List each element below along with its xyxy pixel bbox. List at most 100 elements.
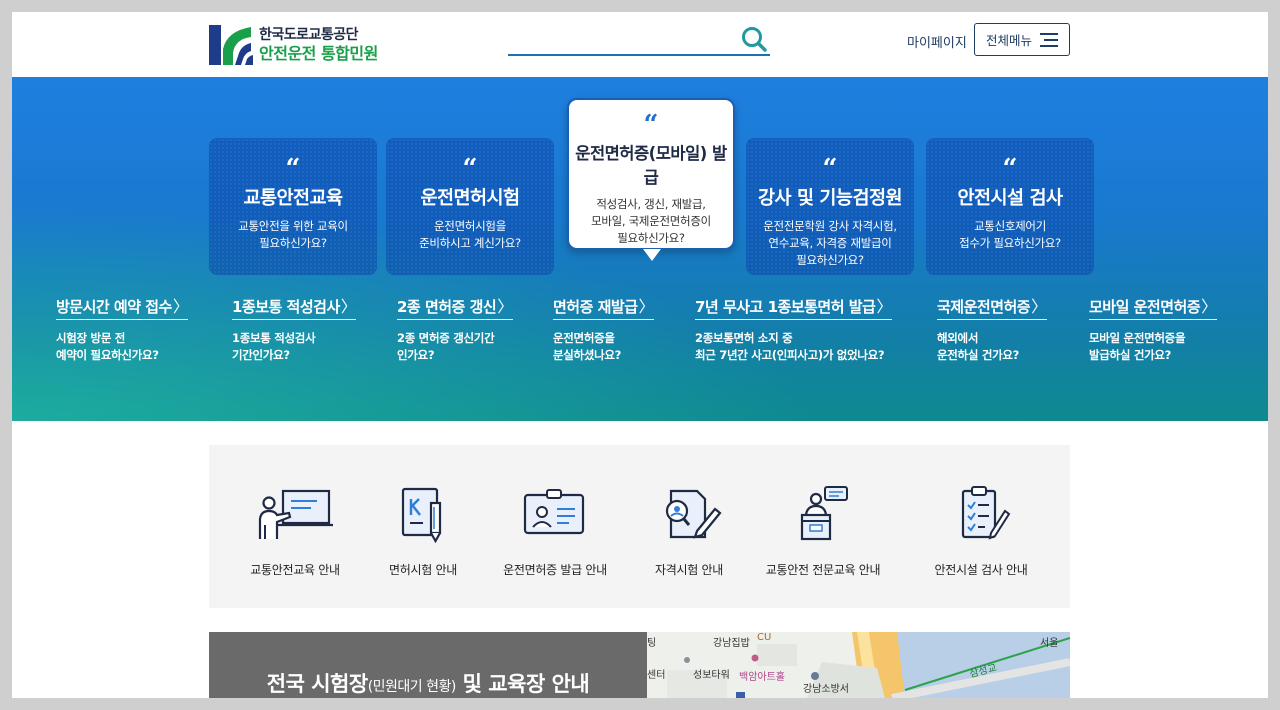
quote-icon: “ (462, 154, 478, 184)
link-desc-line: 운전하실 건가요? (937, 348, 1020, 362)
guide-item-label: 자격시험 안내 (655, 563, 723, 577)
search-input[interactable] (508, 22, 736, 54)
map-label: 팅 (647, 638, 657, 649)
card-desc-line: 필요하신가요? (259, 236, 327, 250)
card-title: 운전면허증(모바일) 발급 (575, 144, 727, 187)
org-name: 한국도로교통공단 (259, 26, 359, 43)
link-international-license[interactable]: 국제운전면허증〉 해외에서 운전하실 건가요? (937, 293, 1047, 364)
qualification-search-icon (665, 489, 722, 539)
chevron-right-icon: 〉 (172, 297, 189, 316)
card-license-issuance[interactable]: “ 운전면허증(모바일) 발급 적성검사, 갱신, 재발급, 모바일, 국제운전… (567, 98, 735, 261)
card-desc-line: 모바일, 국제운전면허증이 (591, 214, 711, 228)
card-traffic-safety-education[interactable]: “ 교통안전교육 교통안전을 위한 교육이 필요하신가요? (209, 138, 377, 275)
hamburger-icon (1040, 32, 1058, 47)
link-desc: 해외에서 운전하실 건가요? (937, 330, 1047, 364)
link-title: 모바일 운전면허증〉 (1089, 293, 1217, 320)
card-desc: 적성검사, 갱신, 재발급, 모바일, 국제운전면허증이 필요하신가요? (569, 196, 733, 247)
guide-item-license-issuance[interactable]: 운전면허증 발급 안내 (492, 485, 618, 578)
test-centers-banner[interactable]: 전국 시험장(민원대기 현황) 및 교육장 안내 (209, 632, 647, 698)
map-label: 강남소방서 (803, 684, 849, 695)
card-desc-line: 운전전문학원 강사 자격시험, (763, 219, 897, 233)
centers-title-end: 및 교육장 안내 (462, 672, 590, 696)
centers-title-sub: (민원대기 현황) (367, 679, 457, 695)
link-title: 방문시간 예약 접수〉 (56, 293, 189, 320)
site-header: 한국도로교통공단 안전운전 통합민원 마이페이지 전체메뉴 (12, 12, 1268, 77)
card-desc-line: 운전면허시험을 (434, 219, 506, 233)
map-label: 센터 (647, 670, 666, 681)
card-desc: 운전전문학원 강사 자격시험, 연수교육, 자격증 재발급이 필요하신가요? (746, 218, 914, 269)
chevron-right-icon: 〉 (497, 297, 513, 316)
lecturer-podium-icon (800, 486, 848, 541)
chevron-right-icon: 〉 (1201, 297, 1217, 316)
card-desc: 교통안전을 위한 교육이 필요하신가요? (209, 218, 377, 252)
card-title: 운전면허시험 (420, 188, 520, 209)
search-icon[interactable] (740, 25, 768, 53)
card-desc: 운전면허시험을 준비하시고 계신가요? (386, 218, 554, 252)
guide-item-license-exam[interactable]: 면허시험 안내 (360, 485, 486, 578)
card-license-exam[interactable]: “ 운전면허시험 운전면허시험을 준비하시고 계신가요? (386, 138, 554, 275)
chevron-right-icon: 〉 (1031, 297, 1047, 316)
teacher-board-icon (258, 489, 333, 539)
page-frame: 한국도로교통공단 안전운전 통합민원 마이페이지 전체메뉴 “ 교통안전교육 교… (12, 12, 1268, 698)
card-desc: 교통신호제어기 접수가 필요하신가요? (926, 218, 1094, 252)
card-desc-line: 적성검사, 갱신, 재발급, (596, 197, 706, 211)
chevron-right-icon: 〉 (876, 297, 892, 316)
guide-item-professional-education[interactable]: 교통안전 전문교육 안내 (760, 485, 886, 578)
link-desc: 운전면허증을 분실하셨나요? (553, 330, 654, 364)
link-desc: 시험장 방문 전 예약이 필요하신가요? (56, 330, 188, 364)
link-desc: 2종 면허증 갱신기간 인가요? (397, 330, 513, 364)
link-mobile-license[interactable]: 모바일 운전면허증〉 모바일 운전면허증을발급하실 건가요? (1089, 293, 1217, 364)
test-centers-title: 전국 시험장(민원대기 현황) 및 교육장 안내 (209, 668, 647, 698)
card-safety-facility-inspection[interactable]: “ 안전시설 검사 교통신호제어기 접수가 필요하신가요? (926, 138, 1094, 275)
guide-item-education[interactable]: 교통안전교육 안내 (232, 485, 358, 578)
site-logo[interactable]: 한국도로교통공단 안전운전 통합민원 (209, 22, 378, 68)
link-title-text: 2종 면허증 갱신 (397, 298, 497, 316)
link-title: 면허증 재발급〉 (553, 293, 655, 320)
card-title: 안전시설 검사 (957, 188, 1063, 209)
link-title-text: 7년 무사고 1종보통면허 발급 (695, 298, 876, 316)
card-desc-line: 필요하신가요? (617, 231, 685, 245)
exam-document-pen-icon (401, 487, 442, 544)
link-desc: 1종보통 적성검사 기간인가요? (232, 330, 356, 364)
link-title-text: 모바일 운전면허증 (1089, 298, 1201, 316)
all-menu-button[interactable]: 전체메뉴 (974, 23, 1070, 56)
link-title-text: 국제운전면허증 (937, 298, 1031, 316)
location-map[interactable]: 팅 강남집밥 CU 서울 센터 성보타워 백암아트홀 강남소방서 삼성교 (647, 632, 1070, 698)
link-desc-line: 운전면허증을 (553, 331, 615, 345)
link-license-reissue[interactable]: 면허증 재발급〉 운전면허증을 분실하셨나요? (553, 293, 655, 364)
map-label: 강남집밥 (713, 638, 750, 649)
link-desc-line: 발급하실 건가요? (1089, 348, 1172, 362)
centers-title-main: 전국 시험장 (266, 672, 368, 696)
link-aptitude-test[interactable]: 1종보통 적성검사〉 1종보통 적성검사 기간인가요? (232, 293, 357, 364)
link-title: 7년 무사고 1종보통면허 발급〉 (695, 293, 892, 320)
quote-icon: “ (1002, 154, 1018, 184)
link-title-text: 1종보통 적성검사 (232, 298, 340, 316)
link-title: 1종보통 적성검사〉 (232, 293, 357, 320)
map-label: 서울 (1040, 638, 1059, 649)
guide-item-label: 안전시설 검사 안내 (934, 563, 1028, 577)
map-label: 성보타워 (693, 670, 730, 681)
link-desc-line: 모바일 운전면허증을 (1089, 331, 1186, 345)
quote-icon: “ (822, 154, 838, 184)
card-instructor-examiner[interactable]: “ 강사 및 기능검정원 운전전문학원 강사 자격시험, 연수교육, 자격증 재… (746, 138, 914, 275)
link-visit-reservation[interactable]: 방문시간 예약 접수〉 시험장 방문 전 예약이 필요하신가요? (56, 293, 189, 364)
link-7year-no-accident[interactable]: 7년 무사고 1종보통면허 발급〉 2종보통면허 소지 중 최근 7년간 사고(인… (695, 293, 892, 364)
mypage-link[interactable]: 마이페이지 (907, 32, 967, 51)
link-desc: 모바일 운전면허증을발급하실 건가요? (1089, 330, 1217, 364)
map-label: 백암아트홀 (739, 672, 785, 683)
guide-item-facility-inspection[interactable]: 안전시설 검사 안내 (918, 485, 1044, 578)
chevron-right-icon: 〉 (340, 297, 357, 316)
guide-item-label: 교통안전 전문교육 안내 (765, 563, 881, 577)
card-desc-line: 필요하신가요? (796, 253, 864, 267)
card-title: 강사 및 기능검정원 (757, 188, 903, 209)
guide-item-label: 면허시험 안내 (389, 563, 457, 577)
link-title-text: 방문시간 예약 접수 (56, 298, 172, 316)
card-desc-line: 연수교육, 자격증 재발급이 (768, 236, 892, 250)
link-license-renewal[interactable]: 2종 면허증 갱신〉 2종 면허증 갱신기간 인가요? (397, 293, 513, 364)
speech-tail (643, 249, 661, 261)
link-desc-line: 최근 7년간 사고(인피사고)가 없었나요? (695, 348, 885, 362)
guide-item-qualification-exam[interactable]: 자격시험 안내 (626, 485, 752, 578)
link-title-text: 면허증 재발급 (553, 298, 638, 316)
link-desc: 2종보통면허 소지 중 최근 7년간 사고(인피사고)가 없었나요? (695, 330, 892, 364)
chevron-right-icon: 〉 (638, 297, 655, 316)
